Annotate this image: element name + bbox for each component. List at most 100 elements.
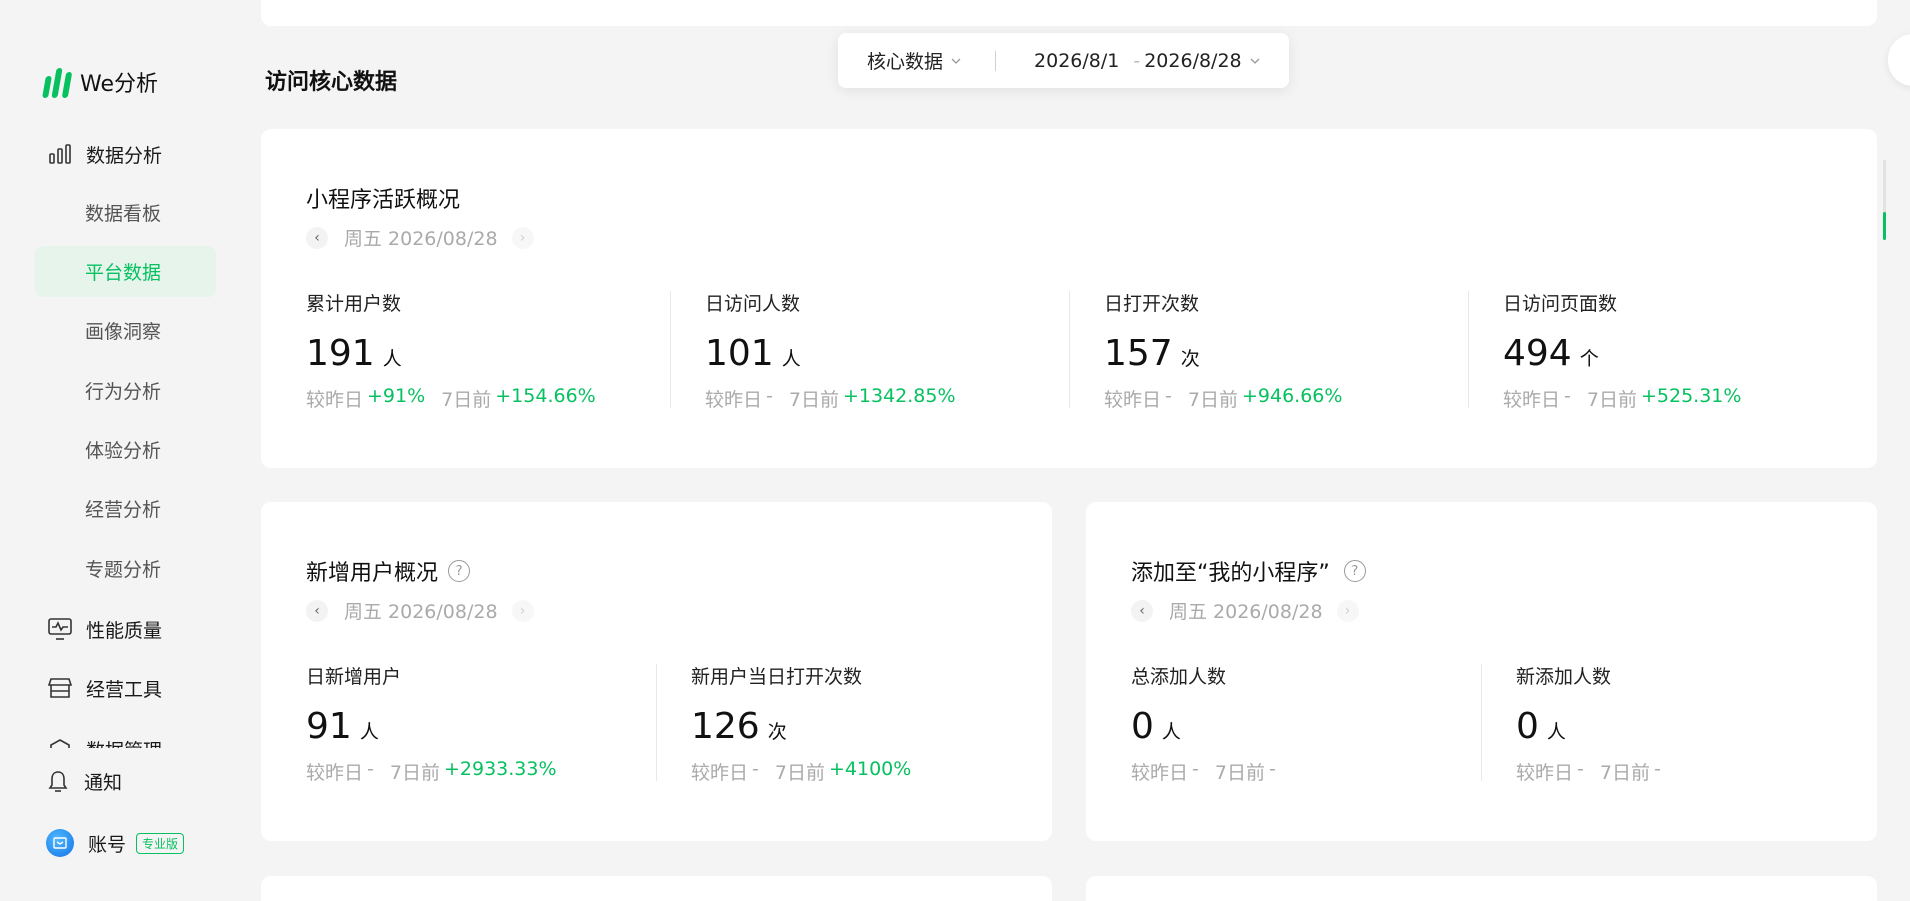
date-separator: - — [1133, 49, 1141, 72]
divider — [1069, 291, 1070, 408]
sidebar-item-portrait-insight[interactable]: 画像洞察 — [35, 305, 216, 356]
card-title-text: 添加至“我的小程序” — [1131, 561, 1330, 586]
divider — [995, 50, 997, 71]
sidebar-item-behavior-analysis[interactable]: 行为分析 — [35, 365, 216, 416]
next-day-button[interactable]: › — [1336, 599, 1359, 622]
help-icon[interactable]: ? — [1343, 560, 1366, 582]
sidebar-item-label: 经营分析 — [85, 499, 162, 521]
date-range-picker[interactable]: 2026/8/1 - 2026/8/28 — [1034, 50, 1260, 72]
metric-unit: 次 — [767, 721, 787, 743]
card-title: 添加至“我的小程序” ? — [1131, 555, 1366, 587]
next-day-button[interactable]: › — [511, 599, 534, 622]
compare-week-value: +154.66% — [495, 385, 596, 407]
sidebar-item-data-board[interactable]: 数据看板 — [35, 187, 216, 238]
compare-day-label: 较昨日 — [1516, 762, 1574, 784]
account-button[interactable]: 账号 专业版 — [46, 829, 185, 857]
metric-label: 日打开次数 — [1104, 293, 1200, 315]
date-navigator: ‹ 周五 2026/08/28 › — [306, 597, 534, 624]
notify-label: 通知 — [84, 772, 123, 794]
sidebar-item-label: 画像洞察 — [85, 321, 162, 343]
next-day-button[interactable]: › — [511, 226, 534, 249]
compare-day-label: 较昨日 — [691, 762, 749, 784]
sidebar-group-label: 数据分析 — [86, 144, 163, 167]
sidebar-group-label: 数据管理 — [86, 736, 162, 748]
active-overview-card: 小程序活跃概况 ‹ 周五 2026/08/28 › 累计用户数 191 人 较昨日… — [261, 129, 1877, 468]
compare-day-value: - — [752, 758, 759, 780]
next-card-right — [1086, 876, 1877, 901]
metric-value: 494 — [1503, 333, 1572, 374]
metric-unit: 个 — [1579, 348, 1599, 370]
compare-week-label: 7日前 — [1214, 762, 1265, 784]
sidebar-group-label: 经营工具 — [86, 678, 163, 701]
scrollbar-thumb[interactable] — [1883, 212, 1886, 240]
card-title: 新增用户概况 ? — [306, 555, 471, 587]
metric-unit: 人 — [781, 348, 801, 370]
sidebar-group-tools[interactable]: 经营工具 — [48, 672, 162, 704]
cube-icon — [48, 738, 72, 748]
current-date: 周五 2026/08/28 — [344, 601, 498, 623]
metric-new-user-opens: 新用户当日打开次数 126 次 较昨日 -7日前 +4100% — [691, 662, 911, 785]
compare-day-value: - — [367, 758, 374, 780]
current-date: 周五 2026/08/28 — [344, 228, 498, 250]
help-icon[interactable]: ? — [448, 560, 471, 582]
category-select-value: 核心数据 — [867, 51, 944, 73]
divider — [1468, 291, 1469, 408]
compare-day-label: 较昨日 — [1503, 389, 1561, 411]
date-navigator: ‹ 周五 2026/08/28 › — [1131, 597, 1359, 624]
we-analysis-logo-icon — [42, 66, 73, 98]
sidebar-item-experience-analysis[interactable]: 体验分析 — [35, 424, 216, 475]
sidebar-item-label: 专题分析 — [85, 559, 162, 581]
card-title-text: 新增用户概况 — [306, 561, 439, 586]
my-miniprogram-card: 添加至“我的小程序” ? ‹ 周五 2026/08/28 › 总添加人数 0人 … — [1086, 502, 1877, 841]
compare-week-label: 7日前 — [1187, 389, 1238, 411]
metric-total-users: 累计用户数 191 人 较昨日 +91% 7日前 +154.66% — [306, 289, 596, 412]
metric-daily-opens: 日打开次数 157 次 较昨日 -7日前 +946.66% — [1104, 289, 1342, 412]
metric-label: 总添加人数 — [1131, 666, 1227, 688]
sidebar-group-data-analysis[interactable]: 数据分析 — [48, 138, 162, 170]
metric-unit: 人 — [382, 348, 402, 370]
prev-day-button[interactable]: ‹ — [1131, 599, 1153, 622]
category-select[interactable]: 核心数据 — [867, 47, 961, 74]
sidebar-item-label: 平台数据 — [85, 262, 162, 284]
metric-unit: 人 — [1546, 721, 1566, 743]
chevron-down-icon — [951, 58, 961, 64]
metric-label: 新添加人数 — [1516, 666, 1612, 688]
sidebar-item-platform-data[interactable]: 平台数据 — [35, 246, 216, 297]
compare-week-value: +525.31% — [1640, 385, 1742, 407]
new-users-card: 新增用户概况 ? ‹ 周五 2026/08/28 › 日新增用户 91 人 较昨日… — [261, 502, 1052, 841]
notifications-button[interactable]: 通知 — [46, 768, 122, 795]
compare-day-value: - — [1192, 758, 1199, 780]
sidebar-group-performance[interactable]: 性能质量 — [48, 613, 162, 645]
metric-daily-visitors: 日访问人数 101 人 较昨日 -7日前 +1342.85% — [705, 289, 956, 412]
compare-day-value: +91% — [367, 385, 426, 407]
prev-day-button[interactable]: ‹ — [306, 226, 328, 249]
metric-label: 日访问人数 — [705, 293, 801, 315]
app-name: We分析 — [80, 72, 158, 97]
sidebar-item-label: 数据看板 — [85, 203, 162, 225]
sidebar-item-topic-analysis[interactable]: 专题分析 — [35, 543, 216, 594]
divider — [670, 291, 671, 408]
prev-day-button[interactable]: ‹ — [306, 599, 328, 622]
metric-value: 191 — [306, 333, 375, 374]
compare-week-value: - — [1268, 758, 1276, 780]
metric-label: 日新增用户 — [306, 666, 402, 688]
store-icon — [48, 676, 72, 700]
sidebar: We分析 数据分析 数据看板 平台数据 画像洞察 行为分析 体验分析 经营分析 … — [0, 0, 246, 901]
compare-day-label: 较昨日 — [705, 389, 763, 411]
sidebar-group-label: 性能质量 — [86, 619, 163, 642]
metric-value: 0 — [1131, 706, 1154, 747]
compare-week-value: +946.66% — [1241, 385, 1343, 407]
page-title: 访问核心数据 — [265, 70, 398, 95]
compare-day-label: 较昨日 — [306, 762, 364, 784]
app-logo[interactable]: We分析 — [42, 64, 158, 100]
sidebar-item-business-analysis[interactable]: 经营分析 — [35, 483, 216, 534]
back-to-top-button[interactable] — [1888, 34, 1910, 86]
previous-card — [261, 0, 1877, 26]
compare-day-value: - — [1564, 385, 1571, 407]
metric-value: 157 — [1104, 333, 1173, 374]
next-card-left — [261, 876, 1052, 901]
compare-week-value: - — [1653, 758, 1661, 780]
compare-day-label: 较昨日 — [1131, 762, 1189, 784]
compare-week-label: 7日前 — [389, 762, 440, 784]
sidebar-group-data-manage[interactable]: 数据管理 — [48, 736, 208, 748]
